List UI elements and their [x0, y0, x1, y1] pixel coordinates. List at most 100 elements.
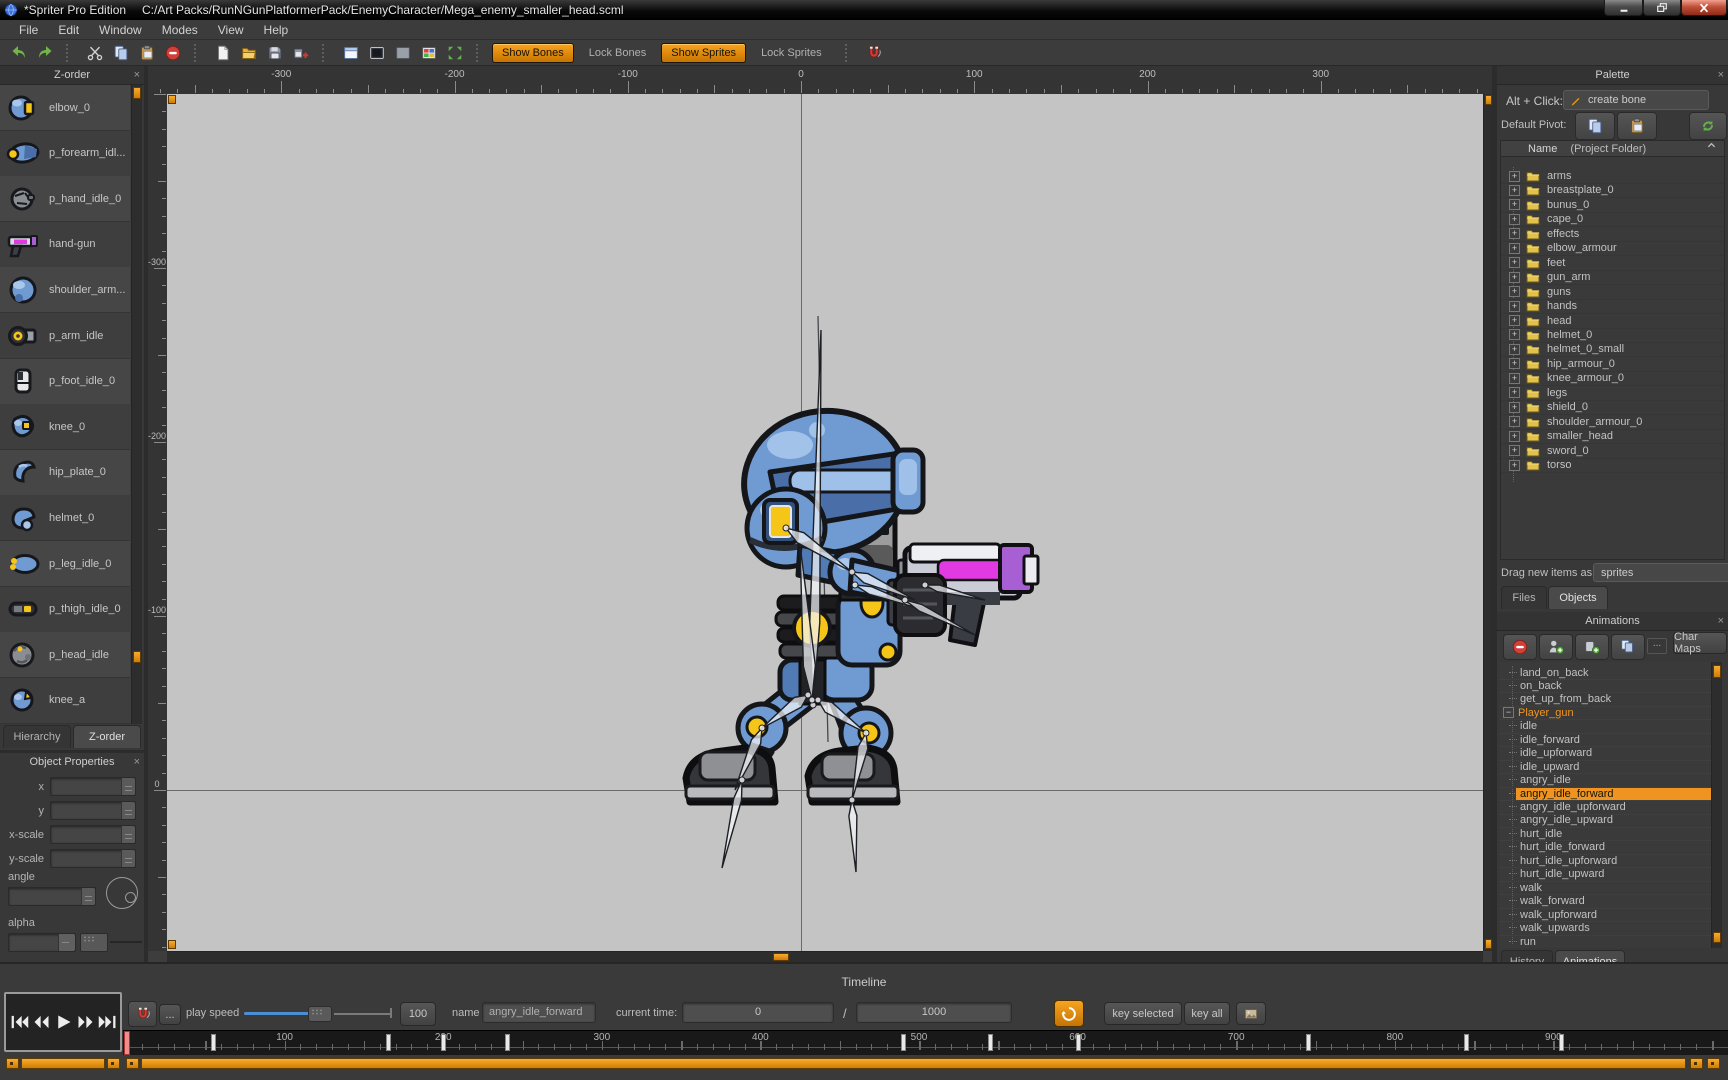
z-order-item-p-arm-idle[interactable]: p_arm_idle — [0, 313, 130, 359]
playhead[interactable] — [124, 1031, 130, 1055]
animation-item-walk_forward[interactable]: walk_forward — [1500, 895, 1711, 909]
animation-canvas[interactable] — [167, 94, 1483, 951]
tab-hierarchy[interactable]: Hierarchy — [3, 725, 71, 748]
pivot-paste-button[interactable] — [1617, 112, 1657, 140]
animation-item-land_on_back[interactable]: land_on_back — [1500, 666, 1711, 680]
view-color-button[interactable] — [416, 42, 442, 64]
z-order-item-knee-0[interactable]: knee_0 — [0, 404, 130, 450]
animation-item-idle[interactable]: idle — [1500, 720, 1711, 734]
toggle-lock-sprites[interactable]: Lock Sprites — [752, 44, 831, 62]
keyframe-marker[interactable] — [211, 1034, 216, 1051]
expand-icon[interactable]: + — [1509, 228, 1520, 239]
play-speed-slider-handle[interactable] — [308, 1006, 332, 1022]
expand-icon[interactable]: + — [1509, 373, 1520, 384]
menu-modes[interactable]: Modes — [153, 21, 207, 39]
z-order-item-p-hand-idle-0[interactable]: p_hand_idle_0 — [0, 176, 130, 222]
z-order-item-knee-a[interactable]: knee_a — [0, 678, 130, 724]
menu-file[interactable]: File — [10, 21, 47, 39]
expand-icon[interactable]: + — [1509, 214, 1520, 225]
folder-item-arms[interactable]: +arms — [1501, 169, 1724, 184]
x-scale-input[interactable] — [50, 825, 136, 844]
folder-item-torso[interactable]: +torso — [1501, 458, 1724, 473]
folder-item-head[interactable]: +head — [1501, 314, 1724, 329]
expand-icon[interactable]: + — [1509, 199, 1520, 210]
expand-icon[interactable]: + — [1509, 431, 1520, 442]
animation-item-idle_forward[interactable]: idle_forward — [1500, 733, 1711, 747]
folder-item-smaller_head[interactable]: +smaller_head — [1501, 429, 1724, 444]
keyframe-marker[interactable] — [1306, 1034, 1311, 1051]
z-order-list[interactable]: elbow_0p_forearm_idl...p_hand_idle_0hand… — [0, 85, 131, 724]
animation-item-walk_upwards[interactable]: walk_upwards — [1500, 922, 1711, 936]
current-time-value[interactable]: 0 — [682, 1002, 834, 1023]
z-order-item-p-thigh-idle-0[interactable]: p_thigh_idle_0 — [0, 587, 130, 633]
tab-objects[interactable]: Objects — [1548, 586, 1608, 609]
animation-item-angry_idle_upforward[interactable]: angry_idle_upforward — [1500, 801, 1711, 815]
new-file-button[interactable] — [210, 42, 236, 64]
delete-button[interactable] — [160, 42, 186, 64]
menu-help[interactable]: Help — [255, 21, 298, 39]
snap-magnet-button[interactable] — [861, 42, 887, 64]
expand-icon[interactable]: + — [1509, 243, 1520, 254]
timeline-scroll-thumb[interactable] — [141, 1058, 1686, 1069]
drag-items-mode[interactable]: sprites — [1593, 563, 1728, 582]
folder-item-shoulder_armour_0[interactable]: +shoulder_armour_0 — [1501, 415, 1724, 430]
alpha-input[interactable] — [8, 933, 76, 952]
restore-button[interactable] — [1643, 0, 1681, 16]
z-order-item-helmet-0[interactable]: helmet_0 — [0, 495, 130, 541]
panel-close-icon[interactable]: × — [1718, 613, 1724, 629]
animation-item-idle_upward[interactable]: idle_upward — [1500, 760, 1711, 774]
tab-z-order[interactable]: Z-order — [73, 725, 141, 748]
animation-item-on_back[interactable]: on_back — [1500, 679, 1711, 693]
folder-item-sword_0[interactable]: +sword_0 — [1501, 444, 1724, 459]
animation-item-hurt_idle[interactable]: hurt_idle — [1500, 827, 1711, 841]
keyframe-marker[interactable] — [1559, 1034, 1564, 1051]
animation-item-hurt_idle_forward[interactable]: hurt_idle_forward — [1500, 841, 1711, 855]
save-button[interactable] — [262, 42, 288, 64]
character-sprite[interactable] — [167, 94, 1483, 951]
cut-button[interactable] — [82, 42, 108, 64]
folder-item-hands[interactable]: +hands — [1501, 299, 1724, 314]
view-dark-button[interactable] — [364, 42, 390, 64]
tab-files[interactable]: Files — [1501, 586, 1547, 609]
key-all-button[interactable]: key all — [1184, 1002, 1230, 1025]
menu-edit[interactable]: Edit — [49, 21, 88, 39]
pivot-copy-button[interactable] — [1575, 112, 1615, 140]
expand-icon[interactable]: + — [1509, 329, 1520, 340]
timeline-scroll-end[interactable] — [1707, 1058, 1720, 1069]
paste-button[interactable] — [134, 42, 160, 64]
previous-frame-button[interactable] — [31, 1007, 52, 1037]
keyframe-marker[interactable] — [386, 1034, 391, 1051]
y-scale-input[interactable] — [50, 849, 136, 868]
undo-button[interactable] — [6, 42, 32, 64]
animation-item-Player_gun[interactable]: −Player_gun — [1500, 706, 1711, 720]
animation-item-run[interactable]: run — [1500, 935, 1711, 948]
import-button[interactable] — [288, 42, 314, 64]
char-maps-button[interactable]: Char Maps — [1673, 632, 1727, 654]
panel-close-icon[interactable]: × — [1718, 67, 1724, 83]
x-input[interactable] — [50, 777, 136, 796]
folder-item-shield_0[interactable]: +shield_0 — [1501, 400, 1724, 415]
angle-input[interactable] — [8, 887, 96, 906]
expand-icon[interactable]: + — [1509, 445, 1520, 456]
folder-item-helmet_0_small[interactable]: +helmet_0_small — [1501, 342, 1724, 357]
expand-icon[interactable]: + — [1509, 402, 1520, 413]
expand-icon[interactable]: + — [1509, 301, 1520, 312]
minimize-button[interactable] — [1604, 0, 1643, 16]
panel-close-icon[interactable]: × — [134, 754, 140, 770]
z-order-item-hip-plate-0[interactable]: hip_plate_0 — [0, 450, 130, 496]
expand-icon[interactable]: + — [1509, 460, 1520, 471]
animations-more-button[interactable]: ... — [1647, 638, 1667, 654]
z-order-item-p-leg-idle-0[interactable]: p_leg_idle_0 — [0, 541, 130, 587]
add-key-button[interactable] — [1575, 634, 1609, 660]
folder-item-helmet_0[interactable]: +helmet_0 — [1501, 328, 1724, 343]
play-speed-slider-track[interactable] — [334, 1013, 390, 1015]
folder-item-elbow_armour[interactable]: +elbow_armour — [1501, 241, 1724, 256]
keyframe-marker[interactable] — [505, 1034, 510, 1051]
copy-button[interactable] — [108, 42, 134, 64]
key-selected-button[interactable]: key selected — [1104, 1002, 1182, 1025]
animations-scrollbar[interactable] — [1711, 662, 1722, 948]
left-scroll-end[interactable] — [107, 1058, 120, 1069]
view-window-button[interactable] — [338, 42, 364, 64]
canvas-vertical-ruler[interactable]: -400-300-200-1000 — [148, 94, 168, 951]
duplicate-animation-button[interactable] — [1611, 634, 1645, 660]
